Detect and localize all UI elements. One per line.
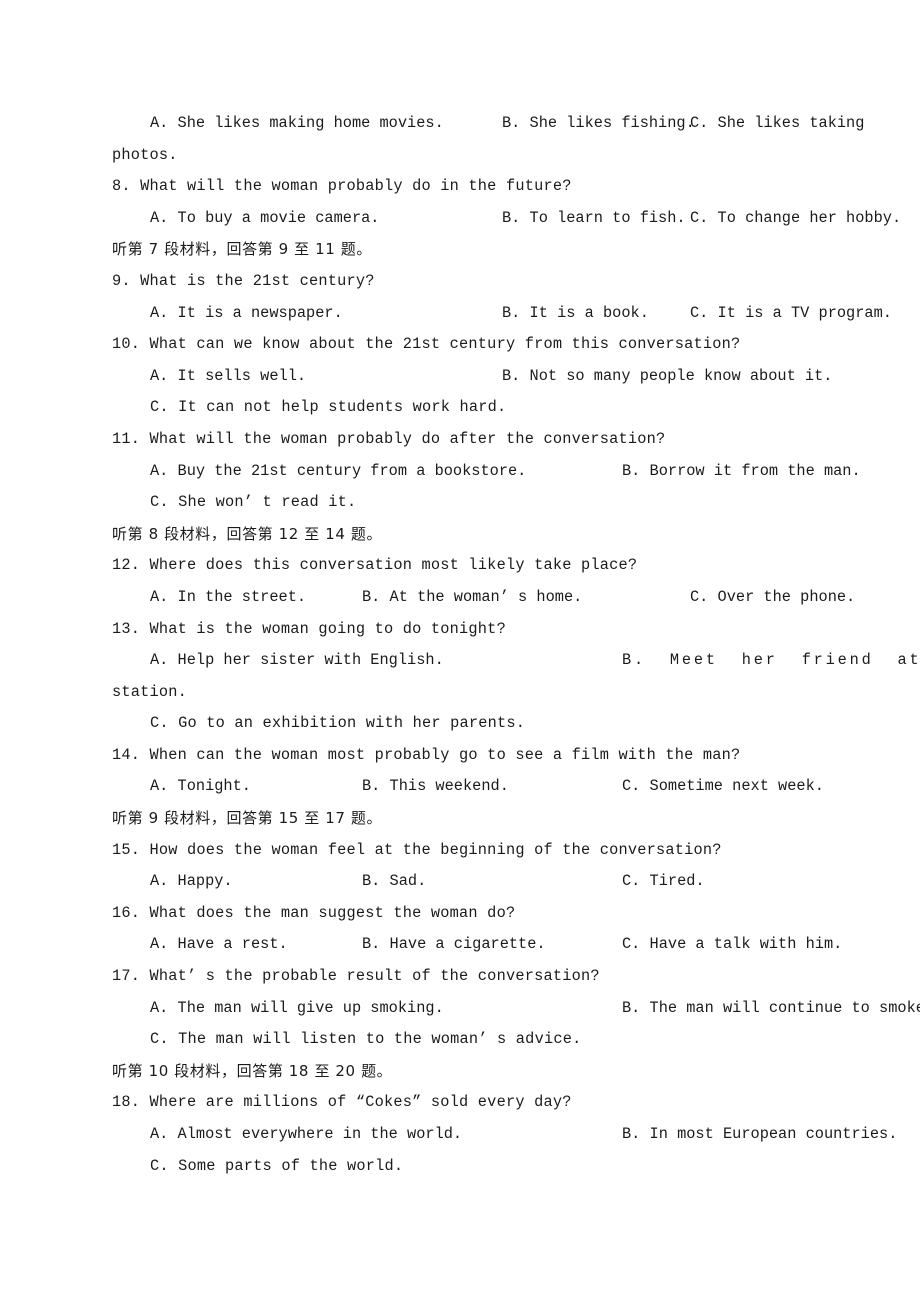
option-row: A. It sells well. B. Not so many people … — [130, 361, 832, 393]
option-row: A. The man will give up smoking. B. The … — [130, 993, 920, 1025]
option-row: A. Almost everywhere in the world. B. In… — [130, 1119, 897, 1151]
option-b: B. This weekend. — [362, 777, 509, 796]
option-row: A. It is a newspaper. B. It is a book. C… — [130, 298, 892, 330]
question-stem: 17. What’ s the probable result of the c… — [112, 967, 600, 986]
question-stem: 8. What will the woman probably do in th… — [112, 177, 572, 196]
option-a: A. In the street. — [150, 587, 307, 606]
question-stem: 18. Where are millions of “Cokes” sold e… — [112, 1093, 572, 1112]
option-c: C. It can not help students work hard. — [150, 398, 507, 417]
question-stem: 10. What can we know about the 21st cent… — [112, 335, 741, 354]
option-c: C. The man will listen to the woman’ s a… — [150, 1030, 582, 1049]
option-row: A. Have a rest. B. Have a cigarette. C. … — [130, 929, 842, 961]
option-c: C. It is a TV program. — [690, 303, 892, 322]
wrapped-line: photos. — [112, 145, 178, 164]
question-stem: 15. How does the woman feel at the begin… — [112, 840, 722, 859]
option-row: A. She likes making home movies. B. She … — [130, 108, 864, 140]
option-a: A. Happy. — [150, 872, 233, 891]
listening-section-heading: 听第 8 段材料，回答第 12 至 14 题。 — [112, 524, 383, 543]
option-row: A. In the street. B. At the woman’ s hom… — [130, 582, 855, 614]
option-row: A. To buy a movie camera. B. To learn to… — [130, 203, 901, 235]
option-a: A. Buy the 21st century from a bookstore… — [150, 461, 527, 480]
option-c: C. She won’ t read it. — [150, 493, 357, 512]
option-row: A. Buy the 21st century from a bookstore… — [130, 456, 861, 488]
option-row: A. Help her sister with English. B. Meet… — [130, 645, 919, 677]
question-stem: 13. What is the woman going to do tonigh… — [112, 619, 506, 638]
option-b: B. She likes fishing. — [502, 114, 695, 132]
option-b: B. Have a cigarette. — [362, 935, 546, 954]
option-a: A. Help her sister with English. — [150, 651, 444, 670]
option-row: A. Happy. B. Sad. C. Tired. — [130, 866, 792, 898]
option-a: A. Have a rest. — [150, 935, 288, 954]
option-c: C. Tired. — [622, 872, 705, 891]
option-b: B. Borrow it from the man. — [622, 461, 861, 480]
listening-section-heading: 听第 9 段材料，回答第 15 至 17 题。 — [112, 809, 383, 828]
question-stem: 11. What will the woman probably do afte… — [112, 429, 666, 448]
option-a: A. She likes making home movies. — [150, 114, 444, 132]
option-b: B. It is a book. — [502, 303, 649, 322]
question-stem: 14. When can the woman most probably go … — [112, 745, 741, 764]
option-c: C. To change her hobby. — [690, 208, 902, 227]
option-b: B. Sad. — [362, 872, 427, 891]
option-c: C. Have a talk with him. — [622, 935, 843, 954]
question-stem: 9. What is the 21st century? — [112, 271, 375, 290]
option-a: A. Tonight. — [150, 777, 251, 796]
option-c: C. Over the phone. — [690, 587, 856, 606]
option-a: A. To buy a movie camera. — [150, 208, 380, 227]
option-c: C. Some parts of the world. — [150, 1156, 404, 1175]
option-b: B. Not so many people know about it. — [502, 366, 833, 385]
option-c: C. She likes taking — [690, 114, 865, 132]
option-c: C. Sometime next week. — [622, 777, 824, 796]
option-b: B. To learn to fish. — [502, 208, 686, 227]
question-stem: 16. What does the man suggest the woman … — [112, 903, 516, 922]
question-stem: 12. Where does this conversation most li… — [112, 556, 638, 575]
option-row: A. Tonight. B. This weekend. C. Sometime… — [130, 771, 824, 803]
wrapped-line: station. — [112, 682, 188, 701]
option-a: A. The man will give up smoking. — [150, 998, 444, 1017]
option-b: B. At the woman’ s home. — [362, 587, 583, 606]
listening-section-heading: 听第 7 段材料，回答第 9 至 11 题。 — [112, 240, 372, 259]
option-b: B. The man will continue to smoke. — [622, 998, 920, 1017]
option-c: C. Go to an exhibition with her parents. — [150, 714, 526, 733]
listening-section-heading: 听第 10 段材料，回答第 18 至 20 题。 — [112, 1061, 393, 1080]
option-b: B. In most European countries. — [622, 1125, 898, 1143]
option-b: B. Meet her friend at the — [622, 651, 920, 670]
option-a: A. Almost everywhere in the world. — [150, 1125, 463, 1143]
question-list: A. She likes making home movies. B. She … — [112, 108, 920, 1182]
option-a: A. It sells well. — [150, 366, 307, 385]
exam-page: A. She likes making home movies. B. She … — [0, 0, 920, 1302]
option-a: A. It is a newspaper. — [150, 303, 343, 322]
